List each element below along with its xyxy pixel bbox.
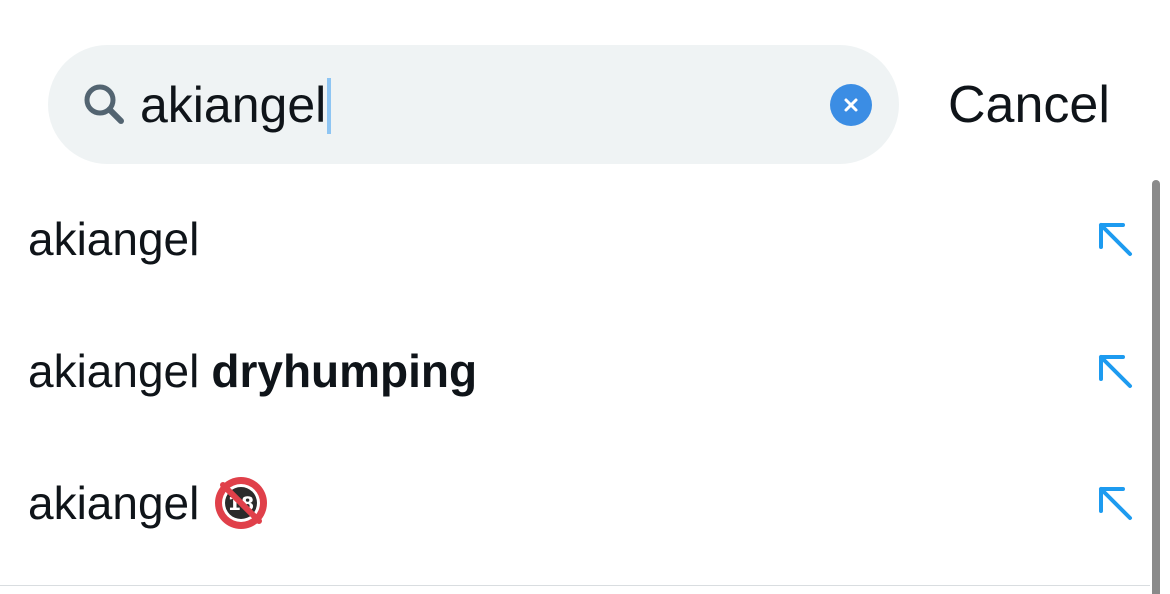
- arrow-up-left-icon[interactable]: [1094, 482, 1136, 524]
- suggestion-label: akiangel 18: [28, 475, 269, 531]
- clear-icon: [844, 98, 858, 112]
- arrow-up-left-icon[interactable]: [1094, 350, 1136, 392]
- scrollbar[interactable]: [1152, 180, 1160, 594]
- search-icon: [84, 84, 124, 124]
- clear-search-button[interactable]: [830, 84, 872, 126]
- cancel-button[interactable]: Cancel: [948, 72, 1110, 138]
- suggestion-item[interactable]: akiangel: [0, 173, 1150, 305]
- search-screen: akiangel Cancel akiangel akiangel dryhum…: [0, 0, 1170, 594]
- search-input[interactable]: akiangel: [140, 72, 332, 138]
- suggestion-prefix: akiangel: [28, 213, 200, 265]
- suggestion-item[interactable]: akiangel dryhumping: [0, 305, 1150, 437]
- suggestion-prefix: akiangel: [28, 477, 200, 529]
- suggestion-prefix: akiangel: [28, 345, 200, 397]
- suggestion-completion: dryhumping: [211, 345, 478, 397]
- suggestion-item[interactable]: akiangel 18: [0, 437, 1150, 569]
- divider: [0, 585, 1150, 586]
- no-one-under-eighteen-icon: 18: [215, 477, 268, 529]
- suggestion-label: akiangel: [28, 211, 199, 267]
- suggestion-label: akiangel dryhumping: [28, 343, 477, 399]
- search-query-text: akiangel: [140, 77, 327, 133]
- text-cursor: [327, 77, 332, 134]
- arrow-up-left-icon[interactable]: [1094, 218, 1136, 260]
